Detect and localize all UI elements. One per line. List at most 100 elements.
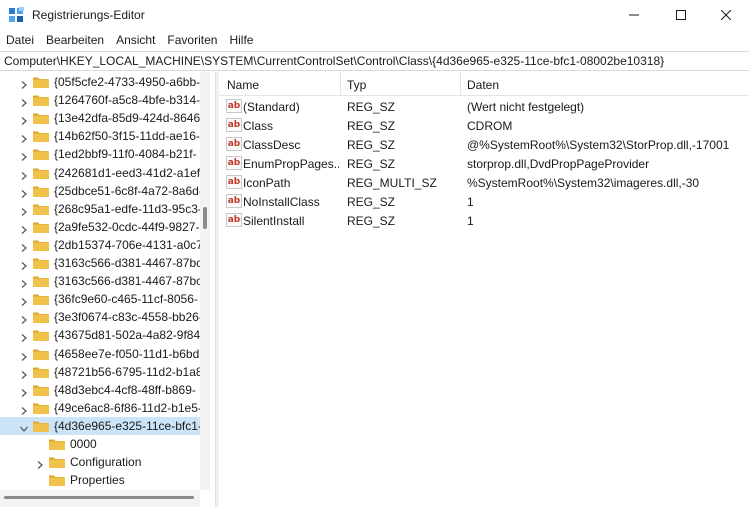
tree-item[interactable]: {4d36e965-e325-11ce-bfc1- <box>0 416 200 435</box>
folder-icon <box>32 274 50 288</box>
value-name: Class <box>243 119 274 133</box>
value-name: (Standard) <box>243 100 300 114</box>
window-title: Registrierungs-Editor <box>32 8 145 22</box>
value-type: REG_MULTI_SZ <box>347 176 437 190</box>
values-list[interactable]: Name Typ Daten ab (Standard) REG_SZ (Wert n… <box>219 72 749 507</box>
close-button[interactable] <box>703 0 749 30</box>
menu-hilfe[interactable]: Hilfe <box>223 30 259 50</box>
tree-child-item[interactable]: Configuration <box>0 453 200 471</box>
tree-scroll-thumb[interactable] <box>203 207 207 229</box>
tree-item[interactable]: {242681d1-eed3-41d2-a1ef- <box>0 164 200 182</box>
value-name: NoInstallClass <box>243 195 320 209</box>
chevron-right-icon[interactable] <box>20 150 28 162</box>
chevron-right-icon[interactable] <box>20 96 28 108</box>
chevron-right-icon[interactable] <box>20 241 28 252</box>
tree-item-label: {49ce6ac8-6f86-11d2-b1e5- <box>54 400 200 415</box>
value-row[interactable]: ab IconPath REG_MULTI_SZ %SystemRoot%\Syste… <box>219 173 749 192</box>
chevron-right-icon[interactable] <box>20 78 28 89</box>
value-row[interactable]: ab SilentInstall REG_SZ 1 <box>219 211 749 230</box>
tree-item-label: {36fc9e60-c465-11cf-8056- <box>54 292 198 307</box>
value-row[interactable]: ab Class REG_SZ CDROM <box>219 116 749 135</box>
tree-item[interactable]: {36fc9e60-c465-11cf-8056- <box>0 290 200 308</box>
string-value-icon: ab <box>226 99 242 113</box>
folder-icon <box>32 75 50 89</box>
chevron-right-icon[interactable] <box>20 404 28 415</box>
chevron-right-icon[interactable] <box>20 295 28 307</box>
value-name: SilentInstall <box>243 214 305 228</box>
chevron-down-icon[interactable] <box>20 422 28 432</box>
string-value-icon: ab <box>226 137 242 151</box>
tree-item[interactable]: {3163c566-d381-4467-87bc <box>0 272 200 290</box>
chevron-right-icon[interactable] <box>20 187 28 198</box>
value-data: 1 <box>467 214 474 228</box>
chevron-right-icon[interactable] <box>20 259 28 270</box>
chevron-right-icon[interactable] <box>20 169 28 180</box>
address-path[interactable]: Computer\HKEY_LOCAL_MACHINE\SYSTEM\Curre… <box>4 54 664 68</box>
column-header-type[interactable]: Typ <box>347 78 366 92</box>
tree-vertical-scrollbar[interactable] <box>200 72 210 490</box>
tree-item[interactable]: {25dbce51-6c8f-4a72-8a6d- <box>0 182 200 200</box>
tree-item[interactable]: {3163c566-d381-4467-87bc <box>0 254 200 272</box>
tree-item-label: {4658ee7e-f050-11d1-b6bd <box>54 346 200 361</box>
tree-item[interactable]: {268c95a1-edfe-11d3-95c3- <box>0 200 200 218</box>
tree-item-label: {2a9fe532-0cdc-44f9-9827- <box>54 219 200 234</box>
column-divider[interactable] <box>460 72 461 96</box>
tree-item-label: {3e3f0674-c83c-4558-bb26- <box>54 310 200 325</box>
chevron-right-icon[interactable] <box>20 350 28 361</box>
tree-item[interactable]: {2a9fe532-0cdc-44f9-9827- <box>0 218 200 236</box>
value-data: CDROM <box>467 119 513 133</box>
chevron-right-icon[interactable] <box>20 368 28 379</box>
value-row[interactable]: ab EnumPropPages... REG_SZ storprop.dll,Dvd… <box>219 154 749 173</box>
list-header: Name Typ Daten <box>219 72 749 96</box>
tree-item[interactable]: {49ce6ac8-6f86-11d2-b1e5- <box>0 399 200 417</box>
tree-hscroll-thumb[interactable] <box>4 496 194 499</box>
tree-item[interactable]: {48d3ebc4-4cf8-48ff-b869- <box>0 381 200 399</box>
tree-item[interactable]: {05f5cfe2-4733-4950-a6bb- <box>0 73 200 91</box>
column-header-data[interactable]: Daten <box>467 78 499 92</box>
folder-icon <box>32 383 50 397</box>
key-tree[interactable]: {05f5cfe2-4733-4950-a6bb- {1264760f-a5c8… <box>0 72 215 507</box>
value-row[interactable]: ab NoInstallClass REG_SZ 1 <box>219 192 749 211</box>
menu-favoriten[interactable]: Favoriten <box>161 30 223 50</box>
tree-child-item[interactable]: 0000 <box>0 435 200 453</box>
tree-item[interactable]: {1ed2bbf9-11f0-4084-b21f- <box>0 145 200 163</box>
column-divider[interactable] <box>340 72 341 96</box>
chevron-right-icon[interactable] <box>20 277 28 289</box>
address-bar[interactable]: Computer\HKEY_LOCAL_MACHINE\SYSTEM\Curre… <box>0 51 749 71</box>
value-row[interactable]: ab (Standard) REG_SZ (Wert nicht festgelegt… <box>219 97 749 116</box>
folder-icon <box>32 401 50 415</box>
tree-child-label: Properties <box>70 473 125 488</box>
string-value-icon: ab <box>226 194 242 208</box>
tree-item[interactable]: {43675d81-502a-4a82-9f84- <box>0 326 200 344</box>
value-row[interactable]: ab ClassDesc REG_SZ @%SystemRoot%\System32\… <box>219 135 749 154</box>
tree-item[interactable]: {48721b56-6795-11d2-b1a8 <box>0 363 200 381</box>
tree-item[interactable]: {1264760f-a5c8-4bfe-b314- <box>0 91 200 109</box>
menu-bearbeiten[interactable]: Bearbeiten <box>40 30 110 50</box>
minimize-button[interactable] <box>611 0 657 30</box>
tree-item[interactable]: {4658ee7e-f050-11d1-b6bd <box>0 345 200 363</box>
maximize-button[interactable] <box>658 0 704 30</box>
folder-icon <box>32 111 50 125</box>
chevron-right-icon[interactable] <box>20 132 28 144</box>
tree-child-item[interactable]: Properties <box>0 471 200 489</box>
tree-item[interactable]: {14b62f50-3f15-11dd-ae16- <box>0 127 200 145</box>
chevron-right-icon[interactable] <box>36 458 44 470</box>
chevron-right-icon[interactable] <box>20 331 28 343</box>
tree-item-label: {14b62f50-3f15-11dd-ae16- <box>54 129 200 144</box>
column-header-name[interactable]: Name <box>227 78 259 92</box>
tree-item[interactable]: {13e42dfa-85d9-424d-8646 <box>0 109 200 127</box>
tree-item-label: {25dbce51-6c8f-4a72-8a6d- <box>54 183 200 198</box>
menu-ansicht[interactable]: Ansicht <box>110 30 161 50</box>
chevron-right-icon[interactable] <box>20 223 28 234</box>
tree-item[interactable]: {2db15374-706e-4131-a0c7 <box>0 236 200 254</box>
tree-item[interactable]: {3e3f0674-c83c-4558-bb26- <box>0 308 200 326</box>
chevron-right-icon[interactable] <box>20 205 28 216</box>
chevron-right-icon[interactable] <box>20 313 28 325</box>
folder-icon <box>32 310 50 324</box>
menu-datei[interactable]: Datei <box>0 30 40 50</box>
tree-item-label: {4d36e965-e325-11ce-bfc1- <box>54 418 200 433</box>
chevron-right-icon[interactable] <box>20 114 28 126</box>
value-type: REG_SZ <box>347 138 396 152</box>
chevron-right-icon[interactable] <box>20 386 28 397</box>
folder-icon <box>32 93 50 107</box>
